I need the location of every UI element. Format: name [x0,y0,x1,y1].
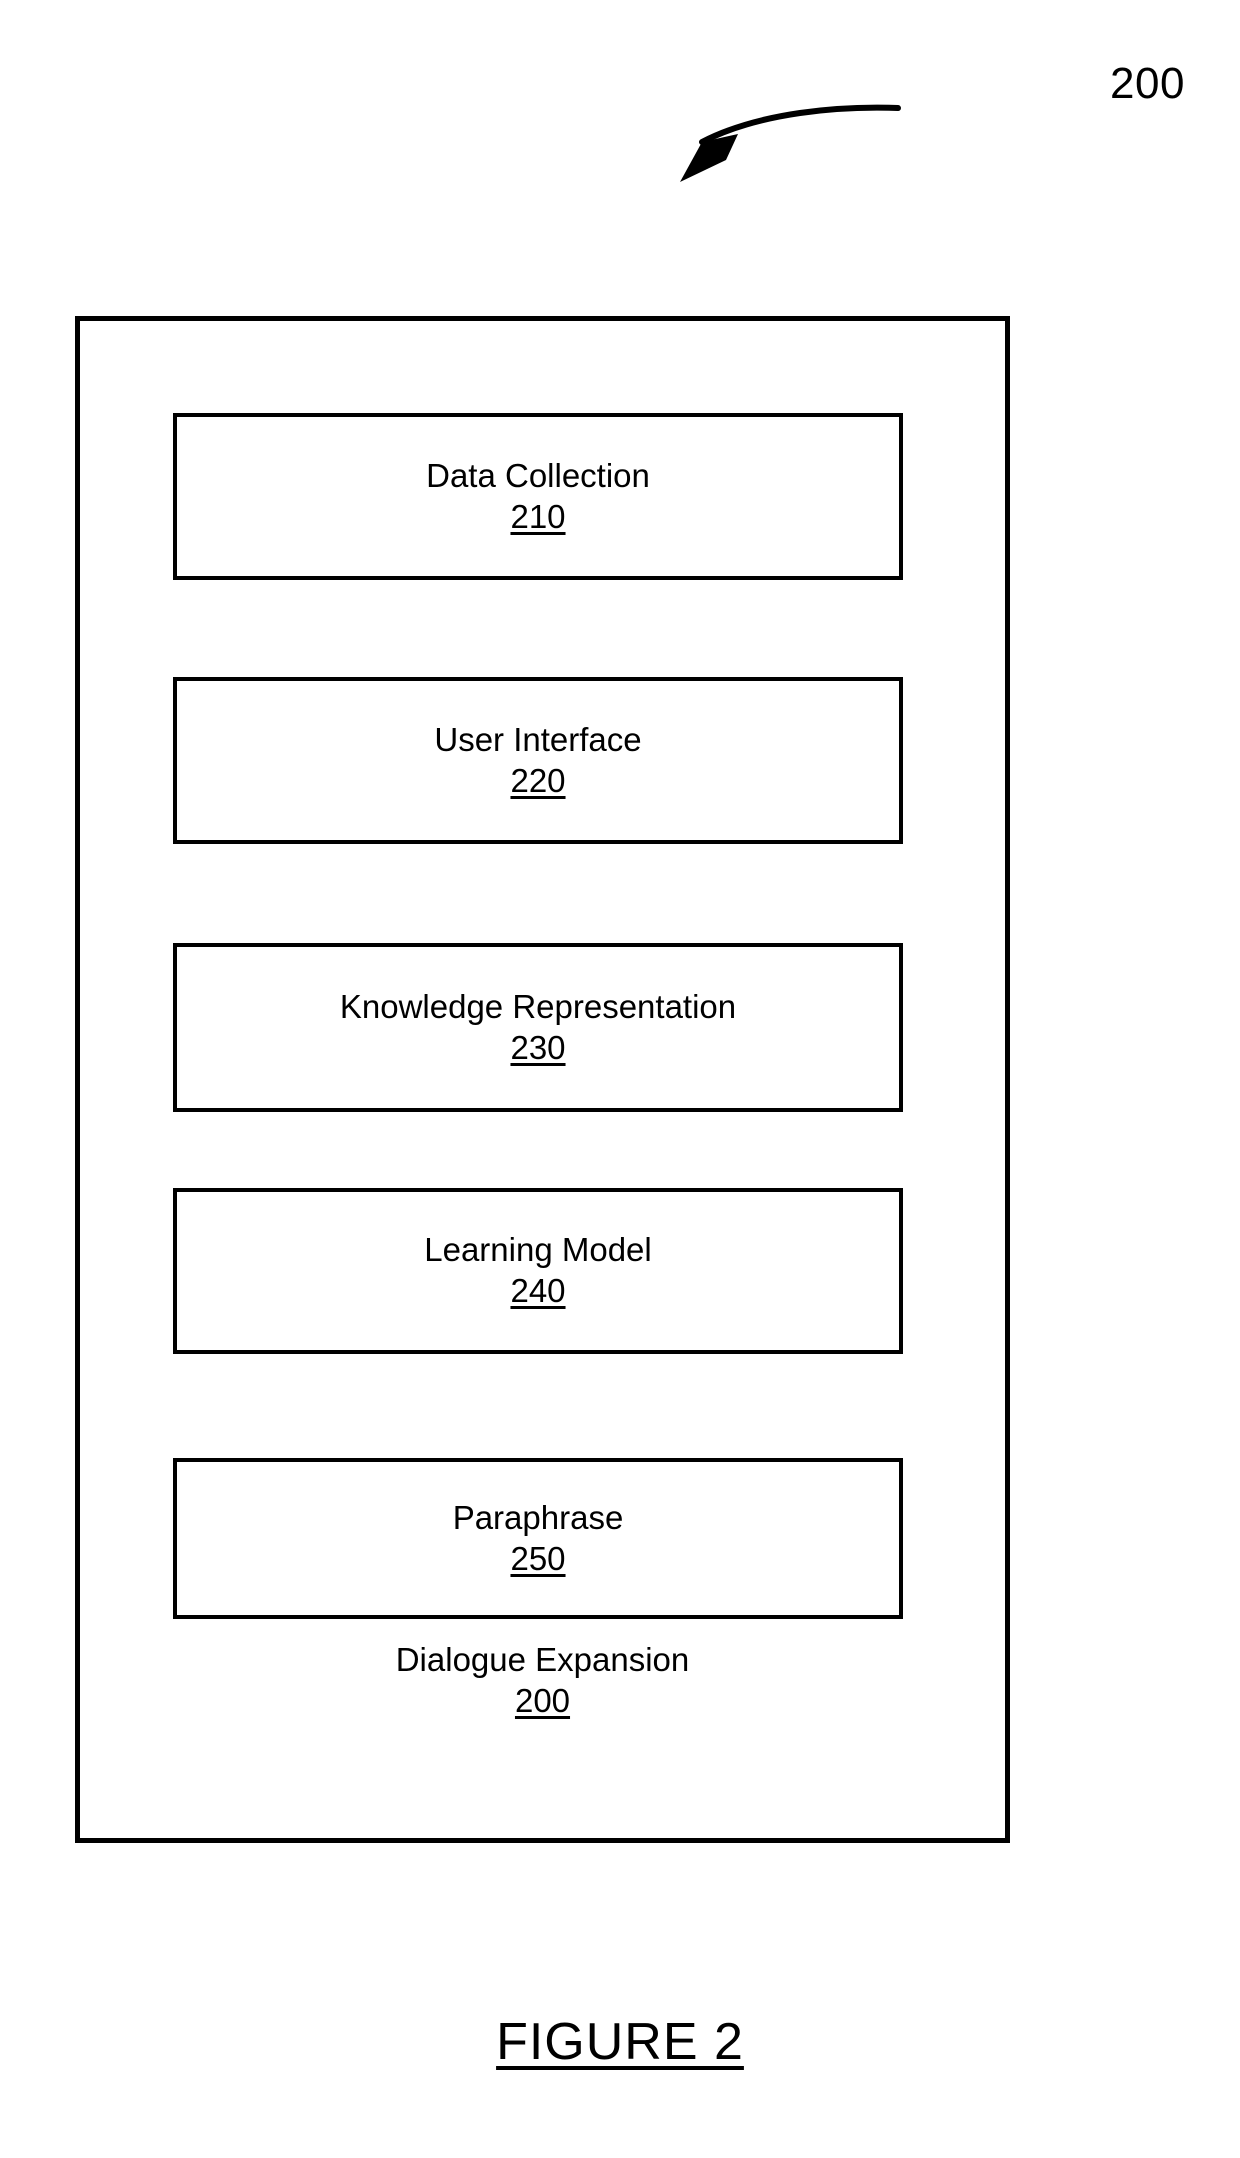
component-label: Data Collection [426,456,650,494]
patent-figure: 200 Data Collection 210 User Interface 2… [0,0,1240,2158]
component-label: Knowledge Representation [339,987,737,1025]
figure-caption-text: FIGURE 2 [496,2013,744,2071]
callout-lead-line-arrow [680,104,901,182]
component-label: Learning Model [424,1231,652,1269]
callout-reference-number: 200 [1110,59,1185,108]
figure-caption: FIGURE 2 [0,2012,1240,2072]
component-box-learning-model: Learning Model 240 [173,1188,903,1354]
component-box-paraphrase: Paraphrase 250 [173,1458,903,1619]
component-reference: 210 [510,497,566,535]
container-label: Dialogue Expansion [395,1641,690,1678]
component-reference: 230 [510,1028,566,1066]
container-reference: 200 [514,1681,571,1719]
container-label-group: Dialogue Expansion 200 [80,1641,1005,1721]
component-label: User Interface [434,720,642,758]
component-reference: 220 [510,761,566,799]
component-reference: 250 [510,1539,566,1577]
component-box-knowledge-representation: Knowledge Representation 230 [173,943,903,1112]
component-reference: 240 [510,1272,566,1309]
component-box-data-collection: Data Collection 210 [173,413,903,580]
dialogue-expansion-container: Data Collection 210 User Interface 220 K… [75,316,1010,1843]
component-label: Paraphrase [452,1498,624,1536]
component-box-user-interface: User Interface 220 [173,677,903,844]
